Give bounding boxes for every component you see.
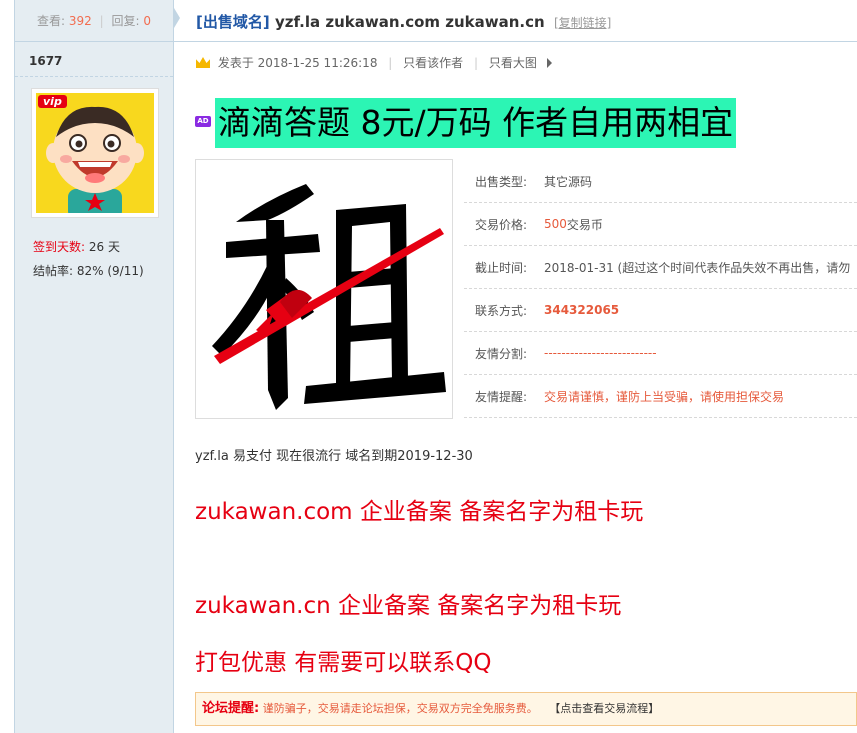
replies-count: 0 xyxy=(143,14,151,28)
info-key: 截止时间: xyxy=(475,260,528,275)
notice-text: 谨防骗子，交易请走论坛担保，交易双方完全免服务费。 xyxy=(262,702,538,715)
author-username[interactable]: 1677 xyxy=(29,54,62,68)
signin-days: 签到天数: 26 天 xyxy=(33,238,120,255)
views-count: 392 xyxy=(68,14,92,28)
caret-right-icon[interactable] xyxy=(546,58,552,68)
close-rate-label: 结帖率: xyxy=(33,264,74,278)
post-description: yzf.la 易支付 现在很流行 域名到期2019-12-30 xyxy=(195,449,473,464)
author-sidebar: 查看: 392 | 回复: 0 1677 vip 签到天数: 26 天 结帖率:… xyxy=(14,0,174,733)
replies-label: 回复: xyxy=(111,14,140,28)
post-main: [出售域名] yzf.la zukawan.com zukawan.cn [复制… xyxy=(174,0,857,733)
thread-title-bar: [出售域名] yzf.la zukawan.com zukawan.cn [复制… xyxy=(174,0,857,42)
price-unit: 交易币 xyxy=(566,217,603,232)
meta-divider: | xyxy=(474,56,479,70)
ad-headline[interactable]: 滴滴答题 8元/万码 作者自用两相宜 xyxy=(215,98,737,148)
only-big-image-link[interactable]: 只看大图 xyxy=(489,56,537,70)
signin-value: 26 天 xyxy=(88,240,120,254)
ad-badge-icon: AD xyxy=(195,116,211,127)
copy-link-button[interactable]: [复制链接] xyxy=(554,16,611,30)
only-author-link[interactable]: 只看该作者 xyxy=(403,56,463,70)
divider xyxy=(15,76,173,77)
post-date: 发表于 2018-1-25 11:26:18 xyxy=(217,56,378,70)
contact-value[interactable]: 344322065 xyxy=(544,303,619,317)
post-line-2: zukawan.cn 企业备案 备案名字为租卡玩 xyxy=(195,593,622,619)
info-value: -------------------------- xyxy=(544,346,657,360)
meta-divider: | xyxy=(388,56,393,70)
info-key: 友情提醒: xyxy=(475,389,528,404)
info-row-reminder: 友情提醒: 交易请谨慎，谨防上当受骗，请使用担保交易 xyxy=(464,375,857,418)
views-label: 查看: xyxy=(37,14,66,28)
avatar[interactable]: vip xyxy=(31,88,159,218)
signin-label: 签到天数: xyxy=(33,240,86,254)
crown-icon xyxy=(196,57,210,68)
info-value: 2018-01-31 (超过这个时间代表作品失效不再出售，请勿 xyxy=(544,260,851,275)
cartoon-face-icon xyxy=(46,106,144,213)
rent-character-image xyxy=(212,184,446,410)
notice-label: 论坛提醒: xyxy=(202,701,260,716)
post-line-3: 打包优惠 有需要可以联系QQ xyxy=(195,650,492,676)
close-rate: 结帖率: 82% (9/11) xyxy=(33,262,144,279)
info-key: 友情分割: xyxy=(475,346,528,361)
avatar-image: vip xyxy=(36,93,154,213)
forum-notice: 论坛提醒: 谨防骗子，交易请走论坛担保，交易双方完全免服务费。 【点击查看交易流… xyxy=(195,692,857,726)
info-key: 出售类型: xyxy=(475,174,528,189)
thread-stats: 查看: 392 | 回复: 0 xyxy=(15,0,173,42)
info-row-contact: 联系方式: 344322065 xyxy=(464,289,857,332)
info-row-type: 出售类型: 其它源码 xyxy=(464,160,857,203)
info-value: 其它源码 xyxy=(544,174,593,189)
info-row-separator: 友情分割: -------------------------- xyxy=(464,332,857,375)
post-line-1: zukawan.com 企业备案 备案名字为租卡玩 xyxy=(195,499,644,525)
close-rate-value: 82% (9/11) xyxy=(76,264,144,278)
thread-category[interactable]: [出售域名] xyxy=(196,13,270,31)
post-meta: 发表于 2018-1-25 11:26:18 | 只看该作者 | 只看大图 xyxy=(196,54,552,71)
vip-badge: vip xyxy=(38,95,67,108)
price-value: 500 xyxy=(544,217,567,231)
info-row-price: 交易价格: 500 交易币 xyxy=(464,203,857,246)
trade-flow-link[interactable]: 【点击查看交易流程】 xyxy=(549,702,659,715)
info-value: 交易请谨慎，谨防上当受骗，请使用担保交易 xyxy=(544,389,785,404)
product-image[interactable] xyxy=(195,159,453,419)
trade-info-table: 出售类型: 其它源码 交易价格: 500 交易币 截止时间: 2018-01-3… xyxy=(464,160,857,418)
thread-title: yzf.la zukawan.com zukawan.cn xyxy=(274,13,545,31)
info-row-deadline: 截止时间: 2018-01-31 (超过这个时间代表作品失效不再出售，请勿 xyxy=(464,246,857,289)
stats-divider: | xyxy=(99,14,104,28)
info-key: 联系方式: xyxy=(475,303,528,318)
info-key: 交易价格: xyxy=(475,217,528,232)
